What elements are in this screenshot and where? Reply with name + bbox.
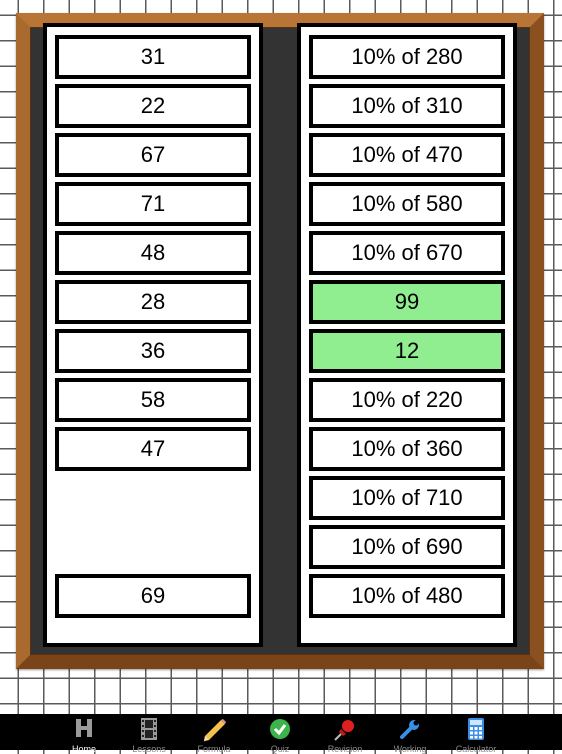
right-card-1[interactable]: 10% of 280 bbox=[309, 35, 505, 79]
left-card-4-label: 71 bbox=[140, 191, 166, 216]
right-card-5-label: 10% of 670 bbox=[351, 240, 463, 265]
tab-quiz[interactable]: Quiz bbox=[248, 714, 312, 754]
left-card-6-label: 28 bbox=[140, 289, 166, 314]
pencil-icon bbox=[201, 718, 227, 744]
right-card-2-label: 10% of 310 bbox=[351, 93, 463, 118]
right-card-11-label: 10% of 690 bbox=[351, 534, 463, 559]
pushpin-icon bbox=[333, 718, 357, 744]
left-card-1-label: 31 bbox=[140, 44, 166, 69]
tab-quiz-label: Quiz bbox=[270, 744, 290, 754]
tab-lessons-label: Lessons bbox=[132, 744, 166, 754]
tab-calculator[interactable]: Calculator bbox=[444, 714, 508, 754]
right-card-9-label: 10% of 360 bbox=[351, 436, 463, 461]
left-card-9[interactable]: 47 bbox=[55, 427, 251, 471]
right-card-10[interactable]: 10% of 710 bbox=[309, 476, 505, 520]
left-card-6[interactable]: 28 bbox=[55, 280, 251, 324]
right-card-2[interactable]: 10% of 310 bbox=[309, 84, 505, 128]
left-card-2-label: 22 bbox=[140, 93, 166, 118]
right-card-4-label: 10% of 580 bbox=[351, 191, 463, 216]
tab-revision[interactable]: Revision bbox=[313, 714, 377, 754]
left-card-9-label: 47 bbox=[140, 436, 166, 461]
right-question-column: 10% of 280 10% of 310 10% of 470 10% of … bbox=[297, 23, 517, 647]
left-card-3[interactable]: 67 bbox=[55, 133, 251, 177]
left-card-5-label: 48 bbox=[140, 240, 166, 265]
right-card-7-matched[interactable]: 12 bbox=[309, 329, 505, 373]
right-card-10-label: 10% of 710 bbox=[351, 485, 463, 510]
left-card-5[interactable]: 48 bbox=[55, 231, 251, 275]
film-icon bbox=[141, 718, 157, 742]
left-card-2[interactable]: 22 bbox=[55, 84, 251, 128]
right-card-4[interactable]: 10% of 580 bbox=[309, 182, 505, 226]
tab-revision-label: Revision bbox=[327, 744, 363, 754]
left-card-7[interactable]: 36 bbox=[55, 329, 251, 373]
left-card-8[interactable]: 58 bbox=[55, 378, 251, 422]
checkmark-icon bbox=[269, 718, 291, 742]
right-card-12-label: 10% of 480 bbox=[351, 583, 463, 608]
calculator-icon bbox=[468, 718, 484, 742]
tab-working-label: Working bbox=[393, 744, 427, 754]
tab-formula-label: Formula bbox=[197, 744, 231, 754]
right-card-12[interactable]: 10% of 480 bbox=[309, 574, 505, 618]
left-card-1[interactable]: 31 bbox=[55, 35, 251, 79]
tab-formula[interactable]: Formula bbox=[182, 714, 246, 754]
right-card-7-label: 12 bbox=[394, 338, 420, 363]
right-card-1-label: 10% of 280 bbox=[351, 44, 463, 69]
left-card-3-label: 67 bbox=[140, 142, 166, 167]
left-answer-column: 31 22 67 71 48 28 36 58 47 69 bbox=[43, 23, 263, 647]
tab-bar: Home Lessons Formula Quiz Revision Worki… bbox=[0, 714, 562, 754]
right-card-11[interactable]: 10% of 690 bbox=[309, 525, 505, 569]
right-card-6-label: 99 bbox=[394, 289, 420, 314]
right-card-6-matched[interactable]: 99 bbox=[309, 280, 505, 324]
left-card-12[interactable]: 69 bbox=[55, 574, 251, 618]
left-card-7-label: 36 bbox=[140, 338, 166, 363]
wrench-icon bbox=[399, 718, 421, 742]
left-card-12-label: 69 bbox=[140, 583, 166, 608]
left-card-4[interactable]: 71 bbox=[55, 182, 251, 226]
right-card-8-label: 10% of 220 bbox=[351, 387, 463, 412]
tab-working[interactable]: Working bbox=[378, 714, 442, 754]
right-card-9[interactable]: 10% of 360 bbox=[309, 427, 505, 471]
tab-calculator-label: Calculator bbox=[455, 744, 497, 754]
tab-home[interactable]: Home bbox=[52, 714, 116, 754]
tab-lessons[interactable]: Lessons bbox=[117, 714, 181, 754]
tab-home-label: Home bbox=[71, 744, 96, 754]
right-card-3-label: 10% of 470 bbox=[351, 142, 463, 167]
right-card-8[interactable]: 10% of 220 bbox=[309, 378, 505, 422]
left-card-8-label: 58 bbox=[140, 387, 166, 412]
home-icon bbox=[75, 718, 93, 740]
right-card-3[interactable]: 10% of 470 bbox=[309, 133, 505, 177]
right-card-5[interactable]: 10% of 670 bbox=[309, 231, 505, 275]
